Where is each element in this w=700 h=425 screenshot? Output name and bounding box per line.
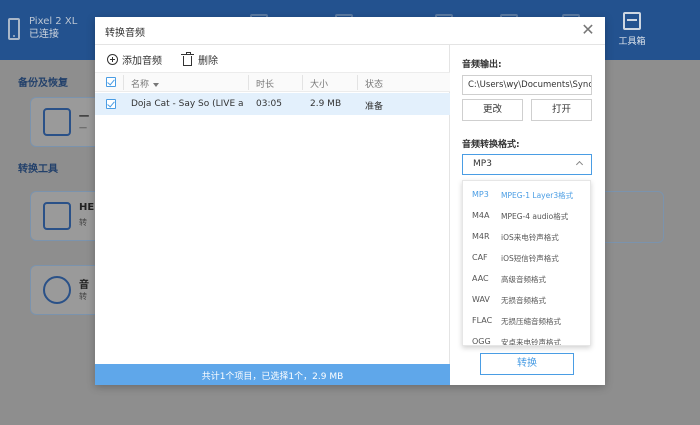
column-name-label: 名称 [131, 80, 150, 90]
file-toolbar: 添加音频 删除 [95, 45, 449, 73]
select-all-checkbox[interactable] [106, 77, 116, 87]
format-option-aac[interactable]: AAC 高级音频格式 [463, 268, 590, 289]
format-desc: MPEG-1 Layer3格式 [501, 191, 574, 200]
close-icon[interactable]: ✕ [579, 21, 597, 39]
format-desc: iOS来电铃声格式 [501, 233, 559, 242]
format-code: MP3 [472, 190, 489, 199]
dialog-titlebar: 转换音频 ✕ [95, 17, 605, 45]
format-option-ogg[interactable]: OGG 安卓来电铃声格式 [463, 331, 590, 346]
column-header-duration[interactable]: 时长 [256, 77, 274, 90]
tool-card-subtitle: 一 [79, 124, 87, 133]
section-title-convert: 转换工具 [18, 164, 58, 175]
row-name: Doja Cat - Say So (LIVE at th... [131, 99, 243, 109]
format-dropdown: MP3 MPEG-1 Layer3格式 M4A MPEG-4 audio格式 M… [462, 180, 591, 346]
column-header-size[interactable]: 大小 [310, 77, 328, 90]
toolbox-label: 工具箱 [618, 37, 646, 47]
format-desc: iOS短信铃声格式 [501, 254, 559, 263]
toolbox-icon [623, 12, 641, 30]
add-audio-label: 添加音频 [122, 56, 162, 67]
format-desc: 无损音频格式 [501, 296, 546, 305]
format-code: M4R [472, 232, 490, 241]
phone-icon [8, 17, 20, 40]
convert-button[interactable]: 转换 [480, 353, 574, 375]
file-list-pane: 添加音频 删除 名称 时长 大小 状态 Doja Cat - Say So (L… [95, 45, 450, 385]
output-label: 音频输出: [462, 60, 502, 70]
format-code: OGG [472, 337, 491, 346]
column-header-status[interactable]: 状态 [365, 77, 383, 90]
column-divider [357, 75, 358, 90]
format-code: AAC [472, 274, 489, 283]
format-code: CAF [472, 253, 488, 262]
tool-card-title: 一 [79, 112, 89, 123]
column-header-name[interactable]: 名称 [131, 77, 160, 90]
tool-card-title: 音 [79, 280, 89, 291]
status-text: 共计1个项目，已选择1个，2.9 MB [201, 372, 344, 382]
audio-convert-icon [43, 276, 71, 304]
add-icon [107, 54, 118, 65]
row-status: 准备 [365, 102, 384, 112]
format-code: WAV [472, 295, 490, 304]
settings-pane: 音频输出: C:\Users\wy\Documents\Syncios 更改 打… [450, 45, 605, 385]
format-desc: 高级音频格式 [501, 275, 546, 284]
format-label: 音频转换格式: [462, 140, 520, 150]
row-duration: 03:05 [256, 99, 282, 109]
toolbox-tab[interactable]: 工具箱 [612, 8, 652, 54]
column-divider [302, 75, 303, 90]
row-checkbox[interactable] [106, 99, 116, 109]
device-status: 已连接 [29, 29, 59, 40]
format-selected-value: MP3 [473, 159, 492, 169]
format-option-m4r[interactable]: M4R iOS来电铃声格式 [463, 226, 590, 247]
column-divider [123, 75, 124, 90]
format-option-mp3[interactable]: MP3 MPEG-1 Layer3格式 [463, 184, 590, 205]
format-desc: 无损压缩音频格式 [501, 317, 561, 326]
tool-card-title: HE [79, 202, 95, 213]
table-header: 名称 时长 大小 状态 [95, 72, 450, 92]
tool-card-subtitle: 转 [79, 218, 87, 227]
chevron-up-icon [575, 160, 584, 169]
delete-button[interactable]: 删除 [181, 51, 218, 67]
change-button[interactable]: 更改 [462, 99, 523, 121]
section-title-backup: 备份及恢复 [18, 78, 68, 89]
add-audio-button[interactable]: 添加音频 [107, 52, 162, 67]
dialog-title: 转换音频 [105, 28, 145, 39]
column-divider [248, 75, 249, 90]
table-row[interactable]: Doja Cat - Say So (LIVE at th... 03:05 2… [95, 93, 450, 115]
format-desc: 安卓来电铃声格式 [501, 338, 561, 346]
format-option-m4a[interactable]: M4A MPEG-4 audio格式 [463, 205, 590, 226]
tool-card-subtitle: 转 [79, 292, 87, 301]
sort-down-icon [153, 82, 160, 87]
delete-label: 删除 [198, 56, 218, 67]
format-code: FLAC [472, 316, 493, 325]
format-option-caf[interactable]: CAF iOS短信铃声格式 [463, 247, 590, 268]
image-convert-icon [43, 202, 71, 230]
row-size: 2.9 MB [310, 99, 342, 109]
open-button[interactable]: 打开 [531, 99, 592, 121]
format-code: M4A [472, 211, 490, 220]
output-path-field[interactable]: C:\Users\wy\Documents\Syncios [462, 75, 592, 95]
status-bar: 共计1个项目，已选择1个，2.9 MB [95, 364, 450, 385]
transfer-icon [43, 108, 71, 136]
device-name: Pixel 2 XL [29, 16, 78, 27]
format-option-flac[interactable]: FLAC 无损压缩音频格式 [463, 310, 590, 331]
format-select[interactable]: MP3 [462, 154, 592, 175]
convert-audio-dialog: 转换音频 ✕ 添加音频 删除 名称 时长 大小 状态 Doja Cat - Sa… [95, 17, 605, 385]
format-option-wav[interactable]: WAV 无损音频格式 [463, 289, 590, 310]
format-desc: MPEG-4 audio格式 [501, 212, 569, 221]
trash-icon [181, 51, 194, 66]
device-info[interactable]: Pixel 2 XL 已连接 [8, 16, 77, 41]
